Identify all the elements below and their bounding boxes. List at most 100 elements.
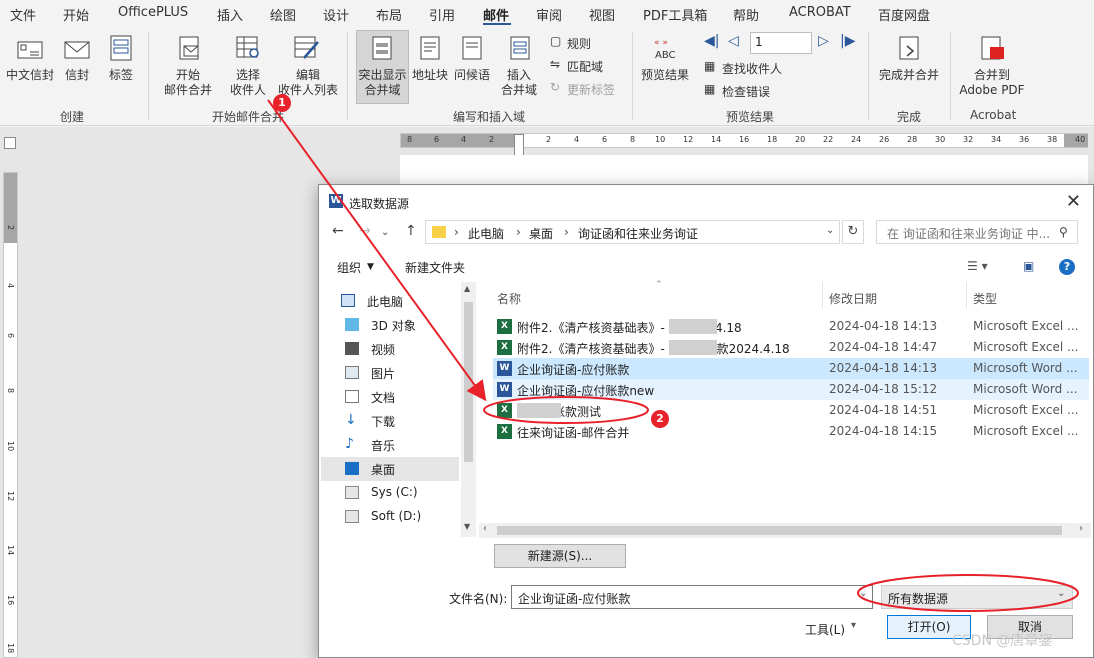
find-recipient-button[interactable]: 查找收件人	[722, 60, 782, 77]
tab-baidu-netdisk[interactable]: 百度网盘	[878, 5, 930, 24]
tab-officeplus[interactable]: OfficePLUS	[118, 5, 188, 20]
rules-button[interactable]: 规则	[567, 35, 591, 52]
chinese-envelope-button[interactable]: 中文信封	[4, 68, 56, 83]
tab-help[interactable]: 帮助	[733, 5, 759, 24]
tab-draw[interactable]: 绘图	[270, 5, 296, 24]
nav-item-soft-d[interactable]: Soft (D:)	[341, 505, 459, 529]
breadcrumb-folder[interactable]: 询证函和往来业务询证	[578, 225, 698, 242]
search-input[interactable]: 在 询证函和往来业务询证 中... ⚲	[876, 220, 1078, 244]
scroll-up-icon[interactable]: ▲	[464, 284, 470, 293]
highlight-merge-fields-button[interactable]: 突出显示 合并域	[356, 68, 409, 98]
tab-insert[interactable]: 插入	[217, 5, 243, 24]
indent-marker[interactable]	[514, 134, 524, 156]
tab-home[interactable]: 开始	[63, 5, 89, 24]
tab-references[interactable]: 引用	[429, 5, 455, 24]
breadcrumb-desktop[interactable]: 桌面	[529, 225, 553, 242]
tab-file[interactable]: 文件	[10, 5, 36, 24]
nav-item-downloads[interactable]: ↓ 下载	[341, 409, 459, 433]
scroll-right-icon[interactable]: ›	[1079, 523, 1083, 534]
horizontal-ruler[interactable]: 8 6 4 2 2 4 6 8 10 12 14 16 18 20 22 24 …	[400, 133, 1088, 148]
ruler-tick: 24	[851, 135, 862, 144]
file-type-chevron-down-icon[interactable]: ⌄	[1057, 588, 1065, 599]
vertical-ruler[interactable]: 2 4 6 8 10 12 14 16 18	[3, 172, 18, 658]
column-header-type[interactable]: 类型	[973, 290, 997, 307]
nav-item-sys-c[interactable]: Sys (C:)	[341, 481, 459, 505]
file-row[interactable]: X 附件2.《清产核资基础表》- 友2024.4.18 2024-04-18 1…	[493, 316, 1089, 337]
greeting-line-button[interactable]: 问候语	[452, 68, 492, 83]
nav-item-pictures[interactable]: 图片	[341, 361, 459, 385]
insert-merge-field-button[interactable]: 插入 合并域	[494, 68, 544, 98]
filename-input[interactable]: 企业询证函-应付账款	[511, 585, 873, 609]
previous-record-icon[interactable]: ◁	[728, 33, 739, 49]
close-icon[interactable]: ✕	[1066, 191, 1081, 212]
match-fields-button[interactable]: 匹配域	[567, 58, 603, 75]
scroll-down-icon[interactable]: ▼	[464, 522, 470, 531]
finish-merge-button[interactable]: 完成并合并	[874, 68, 944, 83]
file-row[interactable]: X 附件2.《清产核资基础表》- 友应付账款2024.4.18 2024-04-…	[493, 337, 1089, 358]
file-row-selected[interactable]: W 企业询证函-应付账款 2024-04-18 14:13 Microsoft …	[493, 358, 1089, 379]
labels-button[interactable]: 标签	[106, 68, 136, 83]
first-record-icon[interactable]: ◀|	[704, 33, 719, 49]
view-options-icon[interactable]: ☰ ▾	[967, 259, 988, 273]
tab-mailings[interactable]: 邮件	[483, 5, 509, 24]
last-record-icon[interactable]: |▶	[840, 33, 855, 49]
tab-review[interactable]: 审阅	[536, 5, 562, 24]
address-bar[interactable]: › 此电脑 › 桌面 › 询证函和往来业务询证 ⌄	[425, 220, 840, 244]
column-divider[interactable]	[822, 282, 823, 308]
refresh-icon[interactable]: ↻	[842, 220, 864, 244]
next-record-icon[interactable]: ▷	[818, 33, 829, 49]
greeting-line-icon	[458, 34, 486, 62]
tab-layout[interactable]: 布局	[376, 5, 402, 24]
tab-view[interactable]: 视图	[589, 5, 615, 24]
filename-dropdown-icon[interactable]: ⌄	[859, 588, 867, 599]
column-header-date[interactable]: 修改日期	[829, 290, 877, 307]
file-type-select[interactable]: 所有数据源	[881, 585, 1073, 609]
address-block-button[interactable]: 地址块	[410, 68, 450, 83]
check-errors-button[interactable]: 检查错误	[722, 83, 770, 100]
address-dropdown-icon[interactable]: ⌄	[826, 225, 834, 236]
edit-recipient-list-button[interactable]: 编辑 收件人列表	[276, 68, 340, 98]
file-row[interactable]: X 友应付账款测试 2024-04-18 14:51 Microsoft Exc…	[493, 400, 1089, 421]
column-header-name[interactable]: 名称	[497, 290, 521, 307]
start-mail-merge-button[interactable]: 开始 邮件合并	[156, 68, 220, 98]
column-divider[interactable]	[966, 282, 967, 308]
help-icon[interactable]: ?	[1059, 259, 1075, 275]
back-icon[interactable]: ←	[332, 223, 344, 239]
new-source-button[interactable]: 新建源(S)...	[494, 544, 626, 568]
nav-item-videos[interactable]: 视频	[341, 337, 459, 361]
select-recipients-button[interactable]: 选择 收件人	[220, 68, 276, 98]
file-list-horizontal-scrollbar[interactable]: ‹ ›	[479, 523, 1091, 538]
select-data-source-dialog: W 选取数据源 ✕ ← → ⌄ ↑ › 此电脑 › 桌面 › 询证函和往来业务询…	[318, 184, 1094, 658]
tab-design[interactable]: 设计	[323, 5, 349, 24]
find-recipient-icon: ▦	[704, 59, 716, 73]
nav-item-desktop[interactable]: 桌面	[321, 457, 459, 481]
new-folder-button[interactable]: 新建文件夹	[405, 259, 465, 276]
ruler-tick: 36	[1019, 135, 1030, 144]
tab-selector[interactable]	[4, 137, 16, 149]
file-row[interactable]: W 企业询证函-应付账款new 2024-04-18 15:12 Microso…	[493, 379, 1089, 400]
up-icon[interactable]: ↑	[405, 223, 417, 239]
tab-acrobat[interactable]: ACROBAT	[789, 5, 851, 20]
tools-button[interactable]: 工具(L)	[805, 621, 845, 638]
breadcrumb-this-pc[interactable]: 此电脑	[468, 225, 504, 242]
group-separator	[148, 32, 149, 120]
envelopes-button[interactable]: 信封	[60, 68, 94, 83]
nav-scrollbar[interactable]: ▲ ▼	[461, 282, 476, 537]
file-row[interactable]: X 往来询证函-邮件合并 2024-04-18 14:15 Microsoft …	[493, 421, 1089, 442]
word-file-icon: W	[497, 382, 512, 397]
nav-item-this-pc[interactable]: 此电脑	[337, 289, 455, 313]
tab-pdf-toolbox[interactable]: PDF工具箱	[643, 5, 707, 24]
merge-to-adobe-pdf-button[interactable]: 合并到 Adobe PDF	[956, 68, 1028, 98]
preview-pane-icon[interactable]: ▣	[1023, 259, 1034, 273]
preview-results-button[interactable]: 预览结果	[638, 68, 692, 83]
nav-item-music[interactable]: ♪ 音乐	[341, 433, 459, 457]
record-number-input[interactable]: 1	[750, 32, 812, 54]
nav-item-documents[interactable]: 文档	[341, 385, 459, 409]
scroll-left-icon[interactable]: ‹	[483, 523, 487, 534]
nav-scroll-thumb[interactable]	[464, 302, 473, 462]
recent-chevron-down-icon[interactable]: ⌄	[381, 227, 389, 238]
h-scroll-thumb[interactable]	[497, 526, 1062, 535]
nav-item-3d-objects[interactable]: 3D 对象	[341, 313, 459, 337]
organize-button[interactable]: 组织	[337, 259, 361, 276]
select-recipients-icon	[234, 34, 262, 62]
